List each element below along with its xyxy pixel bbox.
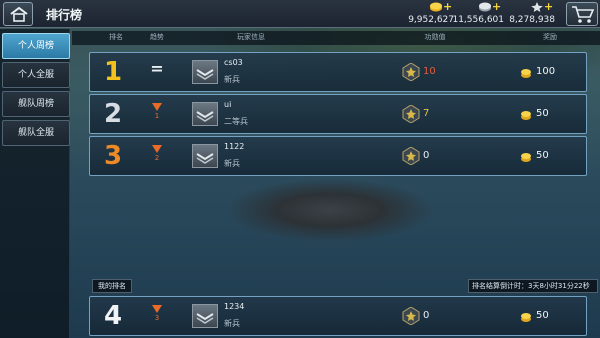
rank-chevron-icon: [196, 111, 214, 122]
col-rank: 排名: [109, 33, 123, 41]
trend-equal-icon: =: [150, 59, 164, 78]
exploit-value: 7: [423, 108, 430, 119]
gold-coin-icon: [521, 69, 531, 78]
player-rank-title: 二等兵: [224, 117, 248, 126]
gold-coin-icon: [521, 111, 531, 120]
reward-value: 50: [536, 108, 549, 119]
trend-indicator: 1: [150, 103, 164, 120]
rank-number: 1: [103, 57, 123, 87]
gold-coins-icon: [430, 2, 442, 12]
shop-button[interactable]: [566, 2, 598, 26]
reward-value: 100: [536, 66, 556, 77]
star-currency: + 8,278,938: [509, 0, 555, 28]
gold-coin-icon: [521, 313, 531, 322]
trend-change: 3: [154, 314, 160, 322]
add-silver-button[interactable]: +: [492, 0, 501, 13]
rank-number: 3: [103, 141, 123, 171]
trend-change: 2: [154, 154, 160, 162]
add-gold-button[interactable]: +: [443, 0, 452, 13]
trend-indicator: =: [150, 61, 164, 77]
silver-currency: + 11,556,601: [452, 0, 504, 28]
tab-fleet-weekly[interactable]: 舰队周榜: [2, 91, 70, 117]
rank-chevron-icon: [196, 69, 214, 80]
page-title: 排行榜: [46, 8, 83, 22]
medal-icon: [402, 307, 420, 325]
player-name: 1234: [224, 302, 245, 311]
rank-chevron-icon: [196, 153, 214, 164]
player-rank-title: 新兵: [224, 159, 240, 168]
player-name: cs03: [224, 58, 243, 67]
medal-icon: [402, 147, 420, 165]
player-rank-title: 新兵: [224, 319, 240, 328]
shopping-cart-icon: [572, 6, 595, 23]
col-reward: 奖励: [543, 33, 557, 41]
add-star-button[interactable]: +: [544, 0, 553, 13]
leaderboard-row[interactable]: 1 = cs03 新兵 10 100: [89, 52, 587, 92]
gold-coin-icon: [521, 153, 531, 162]
sidebar: 个人周榜 个人全服 舰队周榜 舰队全服: [0, 29, 70, 338]
trend-indicator: 3: [150, 305, 164, 322]
tab-personal-weekly[interactable]: 个人周榜: [2, 33, 70, 59]
avatar[interactable]: [192, 304, 218, 328]
player-rank-title: 新兵: [224, 75, 240, 84]
rank-number: 2: [103, 99, 123, 129]
settlement-countdown: 排名结算倒计时：3天8小时31分22秒: [468, 279, 598, 293]
trend-down-icon: [152, 145, 162, 153]
medal-icon: [402, 63, 420, 81]
home-button[interactable]: [3, 2, 33, 26]
avatar[interactable]: [192, 102, 218, 126]
col-exploit: 功勋值: [424, 33, 446, 41]
trend-down-icon: [152, 103, 162, 111]
column-header: 排名 趋势 玩家信息 功勋值 奖励: [72, 31, 600, 45]
my-rank-label: 我的排名: [92, 279, 132, 293]
exploit-value: 0: [423, 150, 430, 161]
top-bar: 排行榜 + 9,952,627 + 11,556,601 + 8,278,938: [0, 0, 600, 28]
star-value: 8,278,938: [509, 15, 555, 25]
star-icon: [531, 2, 543, 12]
leaderboard-row[interactable]: 3 2 1122 新兵 0 50: [89, 136, 587, 176]
rank-number: 4: [103, 301, 123, 331]
tab-personal-server[interactable]: 个人全服: [2, 62, 70, 88]
exploit-value: 10: [423, 66, 436, 77]
gold-value: 9,952,627: [408, 15, 454, 25]
my-rank-row[interactable]: 4 3 1234 新兵 0 50: [89, 296, 587, 336]
gold-currency: + 9,952,627: [408, 0, 454, 28]
col-trend: 趋势: [150, 33, 164, 41]
col-player: 玩家信息: [237, 33, 265, 41]
avatar[interactable]: [192, 60, 218, 84]
medal-icon: [402, 105, 420, 123]
player-name: 1122: [224, 142, 245, 151]
trend-down-icon: [152, 305, 162, 313]
reward-value: 50: [536, 310, 549, 321]
silver-value: 11,556,601: [452, 15, 504, 25]
player-name: ui: [224, 100, 232, 109]
trend-change: 1: [154, 112, 160, 120]
home-icon: [10, 6, 28, 22]
tab-fleet-server[interactable]: 舰队全服: [2, 120, 70, 146]
trend-indicator: 2: [150, 145, 164, 162]
reward-value: 50: [536, 150, 549, 161]
avatar[interactable]: [192, 144, 218, 168]
exploit-value: 0: [423, 310, 430, 321]
rank-chevron-icon: [196, 313, 214, 324]
silver-coins-icon: [479, 2, 491, 12]
leaderboard-row[interactable]: 2 1 ui 二等兵 7 50: [89, 94, 587, 134]
